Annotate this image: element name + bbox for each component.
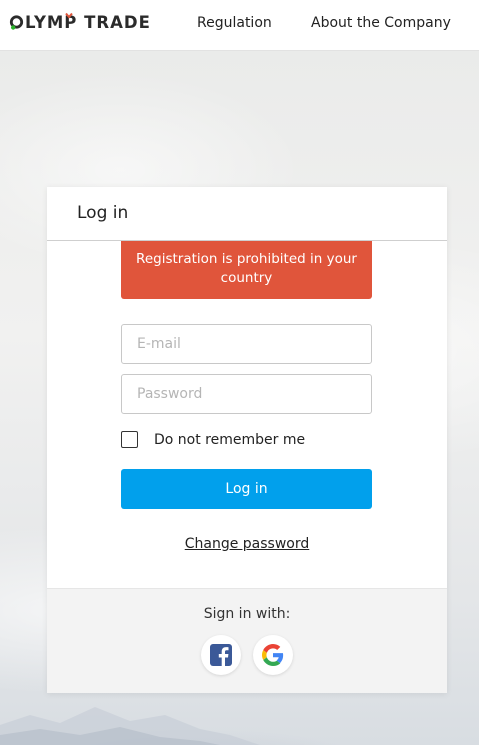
remember-toggle[interactable]: Do not remember me	[121, 431, 305, 448]
login-card: Log in Registration is prohibited in you…	[47, 187, 447, 693]
logo[interactable]: LYMP TRADE	[9, 12, 154, 36]
password-field[interactable]	[121, 374, 372, 414]
error-alert: Registration is prohibited in your count…	[121, 241, 372, 299]
svg-text:LYMP TRADE: LYMP TRADE	[25, 13, 151, 32]
nav-about-company[interactable]: About the Company	[311, 15, 451, 31]
nav-regulation[interactable]: Regulation	[197, 15, 272, 31]
remember-checkbox[interactable]	[121, 431, 138, 448]
email-field[interactable]	[121, 324, 372, 364]
change-password-link[interactable]: Change password	[47, 536, 447, 552]
social-login-section: Sign in with:	[47, 588, 447, 693]
top-nav: LYMP TRADE Regulation About the Company	[0, 0, 479, 51]
google-login-button[interactable]	[253, 635, 293, 675]
olymp-trade-logo: LYMP TRADE	[9, 12, 151, 32]
signin-with-label: Sign in with:	[203, 606, 291, 622]
google-icon	[262, 644, 284, 666]
login-title: Log in	[47, 187, 447, 241]
facebook-icon	[210, 644, 232, 666]
facebook-login-button[interactable]	[201, 635, 241, 675]
login-button[interactable]: Log in	[121, 469, 372, 509]
mountain-decoration	[0, 707, 260, 745]
remember-label: Do not remember me	[154, 431, 306, 448]
